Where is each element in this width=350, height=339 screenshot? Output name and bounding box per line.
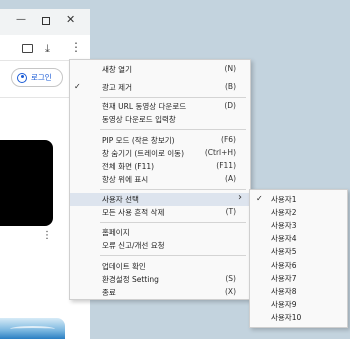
avatar-icon [17, 72, 27, 83]
menu-separator [100, 255, 246, 256]
chevron-right-icon: › [238, 192, 242, 203]
menu-separator [100, 129, 246, 130]
submenu-item-user9[interactable]: 사용자9 [250, 298, 347, 311]
menu-item-always-on-top[interactable]: 항상 위에 표시 (A) [70, 173, 250, 186]
menu-item-shortcut: (X) [225, 287, 236, 296]
menu-item-shortcut: (B) [225, 82, 236, 91]
submenu-item-label: 사용자9 [271, 300, 297, 309]
submenu-item-user8[interactable]: 사용자8 [250, 285, 347, 298]
menu-item-shortcut: (S) [225, 274, 236, 283]
menu-item-download-current-url[interactable]: 현재 URL 동영상 다운로드 (D) [70, 100, 250, 113]
submenu-item-label: 사용자6 [271, 261, 297, 270]
check-icon: ✓ [74, 82, 81, 91]
submenu-item-user7[interactable]: 사용자7 [250, 272, 347, 285]
menu-item-label: 항상 위에 표시 [102, 175, 149, 184]
menu-item-shortcut: (F6) [221, 135, 236, 144]
login-label: 로그인 [31, 73, 52, 82]
context-menu: 새창 열기 (N) ✓ 광고 제거 (B) 현재 URL 동영상 다운로드 (D… [69, 59, 251, 300]
menu-item-homepage[interactable]: 홈페이지 [70, 226, 250, 239]
menu-item-label: 사용자 선택 [102, 195, 139, 204]
submenu-item-label: 사용자3 [271, 221, 297, 230]
submenu-item-user4[interactable]: 사용자4 [250, 232, 347, 245]
submenu-item-user2[interactable]: 사용자2 [250, 206, 347, 219]
user-submenu: ✓ 사용자1 사용자2 사용자3 사용자4 사용자5 사용자6 사용자7 사용자… [249, 189, 348, 328]
menu-item-label: 새창 열기 [102, 65, 132, 74]
menu-item-shortcut: (A) [225, 174, 236, 183]
menu-item-report-error[interactable]: 오류 신고/개선 요청 [70, 239, 250, 252]
menu-item-label: 모든 사용 흔적 삭제 [102, 208, 165, 217]
submenu-item-user3[interactable]: 사용자3 [250, 219, 347, 232]
menu-item-shortcut: (F11) [216, 161, 236, 170]
submenu-item-label: 사용자4 [271, 234, 297, 243]
menu-item-pip-mode[interactable]: PIP 모드 (작은 창보기) (F6) [70, 134, 250, 147]
submenu-item-user6[interactable]: 사용자6 [250, 259, 347, 272]
menu-item-fullscreen[interactable]: 전체 화면 (F11) (F11) [70, 160, 250, 173]
submenu-item-label: 사용자2 [271, 208, 297, 217]
menu-item-label: PIP 모드 (작은 창보기) [102, 136, 175, 145]
minimize-button[interactable]: — [16, 15, 26, 25]
check-icon: ✓ [256, 194, 263, 203]
menu-item-shortcut: (D) [224, 101, 236, 110]
submenu-item-user10[interactable]: 사용자10 [250, 311, 347, 324]
menu-item-shortcut: (N) [224, 64, 236, 73]
menu-item-label: 현재 URL 동영상 다운로드 [102, 102, 187, 111]
wave-decoration [10, 326, 55, 332]
video-thumbnail[interactable] [0, 140, 53, 226]
menu-item-label: 창 숨기기 (트레이로 이동) [102, 149, 185, 158]
menu-item-select-user[interactable]: 사용자 선택 › [70, 192, 250, 206]
menu-item-label: 환경설정 Setting [102, 275, 159, 284]
menu-item-download-input[interactable]: 동영상 다운로드 입력창 [70, 113, 250, 126]
menu-item-remove-ads[interactable]: ✓ 광고 제거 (B) [70, 81, 250, 94]
menu-separator [100, 97, 246, 98]
close-button[interactable]: ✕ [66, 14, 75, 25]
menu-separator [100, 189, 246, 190]
maximize-button[interactable] [42, 17, 50, 25]
menu-separator [100, 222, 246, 223]
login-button[interactable]: 로그인 [11, 68, 63, 87]
video-more-icon[interactable]: ⋮ [42, 230, 52, 241]
menu-item-shortcut: (T) [225, 207, 236, 216]
menu-item-check-update[interactable]: 업데이트 확인 [70, 260, 250, 273]
submenu-item-label: 사용자1 [271, 195, 297, 204]
cast-icon[interactable] [22, 44, 33, 53]
menu-item-settings[interactable]: 환경설정 Setting (S) [70, 273, 250, 286]
menu-item-clear-history[interactable]: 모든 사용 흔적 삭제 (T) [70, 206, 250, 219]
menu-item-label: 오류 신고/개선 요청 [102, 241, 165, 250]
submenu-item-label: 사용자10 [271, 313, 302, 322]
submenu-item-label: 사용자7 [271, 274, 297, 283]
menu-item-label: 동영상 다운로드 입력창 [102, 115, 176, 124]
menu-item-new-window[interactable]: 새창 열기 (N) [70, 63, 250, 76]
menu-item-exit[interactable]: 종료 (X) [70, 286, 250, 299]
submenu-item-user1[interactable]: ✓ 사용자1 [250, 193, 347, 206]
menu-item-label: 업데이트 확인 [102, 262, 146, 271]
download-icon[interactable]: ⤓ [45, 42, 50, 56]
menu-item-hide-window[interactable]: 창 숨기기 (트레이로 이동) (Ctrl+H) [70, 147, 250, 160]
menu-item-label: 종료 [102, 288, 116, 297]
menu-item-label: 광고 제거 [102, 83, 132, 92]
submenu-item-label: 사용자8 [271, 287, 297, 296]
menu-item-label: 전체 화면 (F11) [102, 162, 155, 171]
submenu-item-user5[interactable]: 사용자5 [250, 245, 347, 258]
menu-item-shortcut: (Ctrl+H) [204, 148, 236, 157]
submenu-item-label: 사용자5 [271, 247, 297, 256]
menu-item-label: 홈페이지 [102, 228, 130, 237]
more-icon[interactable]: ⋮ [70, 40, 82, 54]
